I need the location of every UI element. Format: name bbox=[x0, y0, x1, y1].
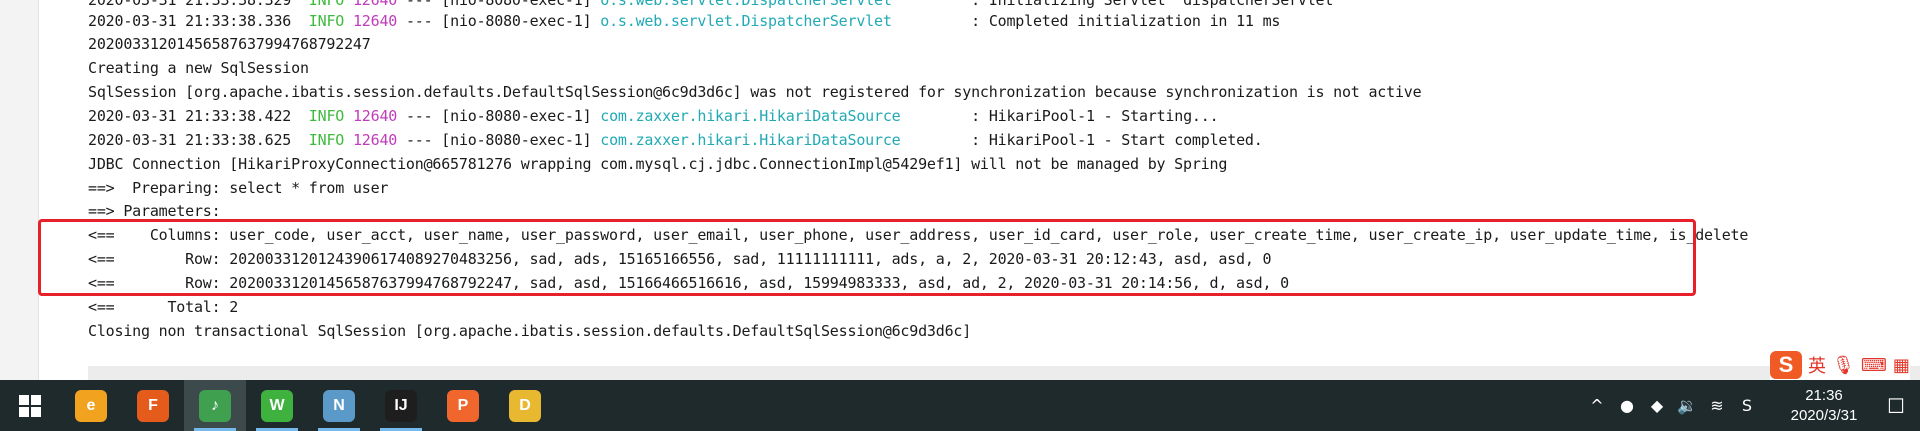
edge-browser-icon: e bbox=[75, 389, 107, 422]
log-line: <== Row: 2020033120145658763799476879224… bbox=[88, 274, 1289, 292]
grid-icon[interactable]: ▦ bbox=[1893, 355, 1910, 376]
postman-icon: P bbox=[447, 389, 479, 422]
console-output[interactable]: 2020-03-31 21:33:38.329 INFO 12640 --- [… bbox=[0, 0, 1920, 380]
ime-language-toggle[interactable]: 英 bbox=[1808, 352, 1826, 378]
log-line: 20200331201456587637994768792247 bbox=[88, 35, 371, 53]
sogou-logo-icon[interactable]: S bbox=[1770, 351, 1802, 379]
log-line: ==> Preparing: select * from user bbox=[88, 179, 389, 197]
taskbar-apps: e F ♪ W N IJ P D bbox=[60, 380, 556, 431]
keyboard-icon[interactable]: ⌨ bbox=[1861, 355, 1887, 376]
microphone-icon[interactable]: 🎙 bbox=[1832, 355, 1855, 376]
log-line: SqlSession [org.apache.ibatis.session.de… bbox=[88, 83, 1422, 101]
taskbar-app-button[interactable]: ♪ bbox=[184, 380, 246, 431]
horizontal-scrollbar[interactable] bbox=[88, 366, 1920, 380]
taskbar-app-button[interactable]: P bbox=[432, 380, 494, 431]
log-line: 2020-03-31 21:33:38.422 INFO 12640 --- [… bbox=[88, 107, 1219, 125]
taskbar-app-button[interactable]: N bbox=[308, 380, 370, 431]
windows-icon bbox=[19, 394, 41, 417]
log-line: Closing non transactional SqlSession [or… bbox=[88, 322, 972, 340]
clock-date: 2020/3/31 bbox=[1790, 406, 1858, 424]
notepad-icon: N bbox=[323, 389, 355, 422]
log-line: Creating a new SqlSession bbox=[88, 59, 309, 77]
log-line: 2020-03-31 21:33:38.336 INFO 12640 --- [… bbox=[88, 12, 1281, 30]
intellij-icon: IJ bbox=[385, 389, 417, 422]
log-line: <== Row: 2020033120124390617408927048325… bbox=[88, 250, 1272, 268]
chevron-up-icon[interactable]: ^ bbox=[1582, 396, 1612, 415]
taskbar: e F ♪ W N IJ P D ^ ● ◆ 🔉 ≋ S 21:36 2020/3/31 ☐ bbox=[0, 380, 1920, 431]
taskbar-app-button[interactable]: F bbox=[122, 380, 184, 431]
log-line: <== Total: 2 bbox=[88, 298, 239, 316]
log-line: JDBC Connection [HikariProxyConnection@6… bbox=[88, 155, 1228, 173]
log-line: <== Columns: user_code, user_acct, user_… bbox=[88, 226, 1749, 244]
console-gutter bbox=[0, 0, 39, 380]
firefox-icon: F bbox=[137, 389, 169, 422]
taskbar-app-button[interactable]: IJ bbox=[370, 380, 432, 431]
system-tray: ^ ● ◆ 🔉 ≋ S 21:36 2020/3/31 ☐ bbox=[1582, 380, 1920, 431]
duck-app-icon: D bbox=[509, 389, 541, 422]
clock-time: 21:36 bbox=[1805, 386, 1843, 404]
wechat-tray-icon[interactable]: ● bbox=[1612, 396, 1642, 415]
clock[interactable]: 21:36 2020/3/31 bbox=[1776, 386, 1872, 426]
network-icon[interactable]: ≋ bbox=[1702, 396, 1732, 415]
log-line: ==> Parameters: bbox=[88, 202, 230, 220]
sogou-tray-icon[interactable]: S bbox=[1732, 396, 1762, 415]
tray-icons: ^ ● ◆ 🔉 ≋ S bbox=[1582, 396, 1762, 415]
green-app-icon: ♪ bbox=[199, 389, 231, 422]
taskbar-app-button[interactable]: D bbox=[494, 380, 556, 431]
notification-center-icon[interactable]: ☐ bbox=[1872, 394, 1920, 418]
taskbar-app-button[interactable]: e bbox=[60, 380, 122, 431]
ime-toolbar[interactable]: S 英 🎙 ⌨ ▦ bbox=[1770, 350, 1910, 380]
volume-icon[interactable]: 🔉 bbox=[1672, 396, 1702, 415]
qq-tray-icon[interactable]: ◆ bbox=[1642, 396, 1672, 415]
start-button[interactable] bbox=[0, 380, 60, 431]
wechat-icon: W bbox=[261, 389, 293, 422]
taskbar-app-button[interactable]: W bbox=[246, 380, 308, 431]
log-line: 2020-03-31 21:33:38.625 INFO 12640 --- [… bbox=[88, 131, 1263, 149]
